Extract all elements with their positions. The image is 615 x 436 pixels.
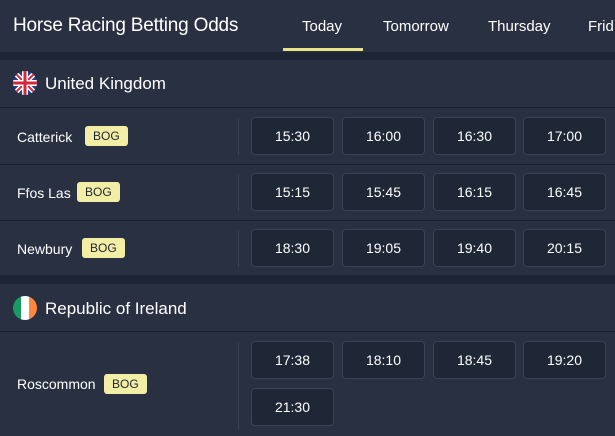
- tab-friday[interactable]: Frid: [588, 18, 614, 35]
- race-time-button[interactable]: 15:30: [251, 117, 334, 155]
- race-time-button[interactable]: 16:30: [433, 117, 516, 155]
- meeting-row: Ffos Las BOG 15:15 15:45 16:15 16:45: [0, 165, 615, 221]
- race-time-button[interactable]: 19:40: [433, 229, 516, 267]
- venue-name[interactable]: Newbury: [17, 241, 72, 257]
- bog-badge: BOG: [104, 374, 147, 394]
- divider: [238, 119, 239, 155]
- venue-name[interactable]: Roscommon: [17, 376, 96, 392]
- venue-name[interactable]: Catterick: [17, 129, 72, 145]
- header-bar: Horse Racing Betting Odds Today Tomorrow…: [0, 0, 615, 52]
- uk-flag-icon: [13, 71, 37, 95]
- race-time-button[interactable]: 15:45: [342, 173, 425, 211]
- race-time-button[interactable]: 19:20: [523, 341, 606, 379]
- race-time-button[interactable]: 16:45: [523, 173, 606, 211]
- bog-badge: BOG: [82, 238, 125, 258]
- divider: [238, 231, 239, 267]
- country-section-uk: United Kingdom Catterick BOG 15:30 16:00…: [0, 60, 615, 275]
- tab-thursday[interactable]: Thursday: [488, 18, 551, 35]
- country-name: United Kingdom: [45, 74, 166, 93]
- ireland-flag-icon: [13, 296, 37, 320]
- page-title: Horse Racing Betting Odds: [13, 15, 239, 36]
- venue-name[interactable]: Ffos Las: [17, 185, 71, 201]
- race-time-button[interactable]: 18:30: [251, 229, 334, 267]
- country-header: United Kingdom: [0, 60, 615, 108]
- country-section-ireland: Republic of Ireland Roscommon BOG 17:38 …: [0, 284, 615, 436]
- race-time-button[interactable]: 17:38: [251, 341, 334, 379]
- meeting-row: Newbury BOG 18:30 19:05 19:40 20:15: [0, 221, 615, 275]
- race-time-button[interactable]: 20:15: [523, 229, 606, 267]
- race-time-button[interactable]: 16:00: [342, 117, 425, 155]
- race-time-button[interactable]: 17:00: [523, 117, 606, 155]
- meeting-row: Catterick BOG 15:30 16:00 16:30 17:00: [0, 109, 615, 165]
- bog-badge: BOG: [85, 126, 128, 146]
- bog-badge: BOG: [77, 182, 120, 202]
- race-time-button[interactable]: 21:30: [251, 388, 334, 426]
- race-time-button[interactable]: 18:10: [342, 341, 425, 379]
- country-header: Republic of Ireland: [0, 284, 615, 332]
- meeting-row: Roscommon BOG 17:38 18:10 18:45 19:20 21…: [0, 333, 615, 436]
- divider: [238, 343, 239, 429]
- country-name: Republic of Ireland: [45, 299, 187, 318]
- race-time-button[interactable]: 18:45: [433, 341, 516, 379]
- race-time-button[interactable]: 15:15: [251, 173, 334, 211]
- active-tab-indicator: [283, 48, 363, 51]
- tab-today[interactable]: Today: [302, 18, 342, 35]
- divider: [238, 175, 239, 211]
- tab-tomorrow[interactable]: Tomorrow: [383, 18, 449, 35]
- race-time-button[interactable]: 16:15: [433, 173, 516, 211]
- race-time-button[interactable]: 19:05: [342, 229, 425, 267]
